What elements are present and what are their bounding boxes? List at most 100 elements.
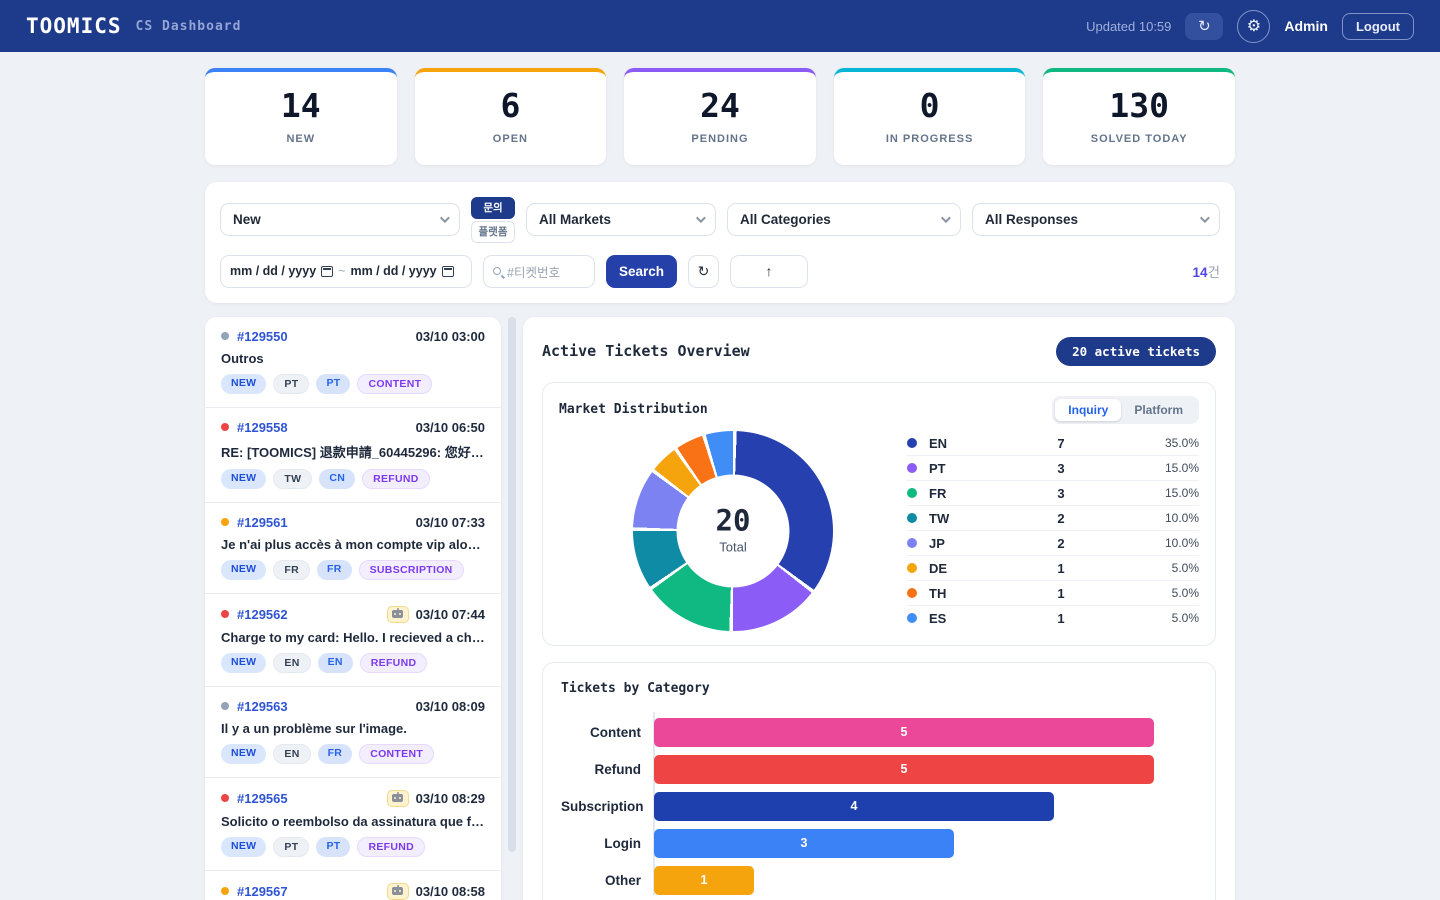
category-badge: REFUND [357,837,425,857]
filter-refresh-button[interactable]: ↻ [688,255,719,288]
tab-platform[interactable]: Platform [1121,399,1196,421]
legend-percent: 10.0% [1137,511,1199,525]
ticket-title: Il y a un problème sur l'image. [221,721,485,736]
chevron-down-icon [696,213,706,223]
ticket-row-129562[interactable]: #129562 03/10 07:44 Charge to my card: H… [205,594,501,687]
ticket-row-129565[interactable]: #129565 03/10 08:29 Solicito o reembolso… [205,778,501,871]
chevron-down-icon [440,213,450,223]
status-badge: NEW [221,469,266,489]
ticket-id-link[interactable]: #129550 [237,329,288,344]
overview-panel: Active Tickets Overview 20 active ticket… [523,317,1235,900]
legend-label: JP [929,536,985,551]
ticket-title: Outros [221,351,485,366]
ticket-id-link[interactable]: #129567 [237,884,288,899]
date-range-input[interactable]: mm / dd / yyyy ~ mm / dd / yyyy [220,255,472,288]
tab-inquiry[interactable]: Inquiry [1055,399,1121,421]
categories-select[interactable]: All Categories [727,203,961,236]
legend-row: DE 1 5.0% [907,556,1199,581]
top-navbar: TOOMICS CS Dashboard Updated 10:59 ↻ ⚙ A… [0,0,1440,52]
ticket-id-link[interactable]: #129558 [237,420,288,435]
ticket-badges: NEW PT PT REFUND [221,837,485,857]
donut-total-label: Total [719,540,746,555]
status-badge: NEW [221,374,266,394]
market-donut: 20 Total [633,431,833,631]
stat-label: OPEN [415,133,607,145]
toggle-inquiry[interactable]: 문의 [471,197,515,219]
legend-row: JP 2 10.0% [907,531,1199,556]
refresh-icon: ↻ [698,263,710,280]
ticket-list-scrollbar[interactable] [508,317,516,852]
category-badge: CONTENT [359,744,434,764]
language-badge: PT [316,374,350,394]
stat-card-solved-today: 130 SOLVED TODAY [1043,68,1235,165]
ticket-row-129550[interactable]: #129550 03/10 03:00 Outros NEW PT PT CON… [205,317,501,408]
ticket-id-link[interactable]: #129565 [237,791,288,806]
calendar-icon[interactable] [321,266,333,277]
legend-label: EN [929,436,985,451]
status-badge: NEW [221,744,266,764]
ticket-id-link[interactable]: #129561 [237,515,288,530]
scroll-top-button[interactable]: ↑ [730,255,808,288]
date-to-field[interactable]: mm / dd / yyyy [350,264,436,278]
stat-label: IN PROGRESS [834,133,1026,145]
legend-label: PT [929,461,985,476]
stat-value: 0 [834,86,1026,126]
status-badge: NEW [221,560,266,580]
result-count-unit: 건 [1208,265,1220,280]
legend-row: ES 1 5.0% [907,606,1199,630]
ticket-id-link[interactable]: #129563 [237,699,288,714]
legend-dot [907,463,917,473]
legend-percent: 35.0% [1137,436,1199,450]
status-dot [221,518,229,526]
legend-row: TH 1 5.0% [907,581,1199,606]
ticket-id-link[interactable]: #129562 [237,607,288,622]
language-badge: PT [316,837,350,857]
status-dot [221,702,229,710]
bar-subscription: 4 [654,792,1054,821]
legend-dot [907,488,917,498]
stat-card-pending: 24 PENDING [624,68,816,165]
legend-value: 7 [985,436,1137,451]
legend-value: 2 [985,536,1137,551]
ticket-badges: NEW EN EN REFUND [221,653,485,673]
refresh-button[interactable]: ↻ [1185,13,1223,40]
ticket-title: RE: [TOOMICS] 退款申請_60445296: 您好 以下交... [221,442,485,461]
brand-logo: TOOMICS [26,14,122,38]
bot-icon [387,606,409,623]
ticket-row-129567[interactable]: #129567 03/10 08:58 ต้องการยกเลิกสมาชิก … [205,871,501,900]
legend-label: DE [929,561,985,576]
bot-icon [387,883,409,900]
language-badge: FR [318,744,353,764]
legend-dot [907,513,917,523]
legend-percent: 5.0% [1137,611,1199,625]
logout-button[interactable]: Logout [1342,13,1414,40]
status-select[interactable]: New [220,203,460,236]
date-from-field[interactable]: mm / dd / yyyy [230,264,316,278]
calendar-icon[interactable] [442,266,454,277]
market-badge: PT [273,374,309,394]
ticket-row-129563[interactable]: #129563 03/10 08:09 Il y a un problème s… [205,687,501,778]
markets-select[interactable]: All Markets [526,203,716,236]
gear-icon: ⚙ [1247,16,1261,36]
ticket-number-input[interactable]: #티켓번호 [483,255,595,288]
responses-select[interactable]: All Responses [972,203,1220,236]
legend-percent: 10.0% [1137,536,1199,550]
legend-percent: 5.0% [1137,561,1199,575]
ticket-row-129561[interactable]: #129561 03/10 07:33 Je n'ai plus accès à… [205,503,501,594]
ticket-title: Solicito o reembolso da assinatura que f… [221,814,485,829]
ticket-time: 03/10 08:58 [387,883,485,900]
date-separator: ~ [338,264,345,278]
language-badge: CN [319,469,355,489]
legend-dot [907,588,917,598]
ticket-list: #129550 03/10 03:00 Outros NEW PT PT CON… [205,317,501,900]
settings-button[interactable]: ⚙ [1237,10,1270,43]
search-button[interactable]: Search [606,255,677,288]
bar-row: Other 1 [561,866,1197,895]
bar-content: 5 [654,718,1154,747]
ticket-row-129558[interactable]: #129558 03/10 06:50 RE: [TOOMICS] 退款申請_6… [205,408,501,503]
legend-value: 2 [985,511,1137,526]
toggle-platform[interactable]: 플랫폼 [471,221,515,243]
ticket-time: 03/10 06:50 [416,420,485,435]
last-updated-text: Updated 10:59 [1086,19,1171,34]
refresh-icon: ↻ [1198,17,1211,35]
